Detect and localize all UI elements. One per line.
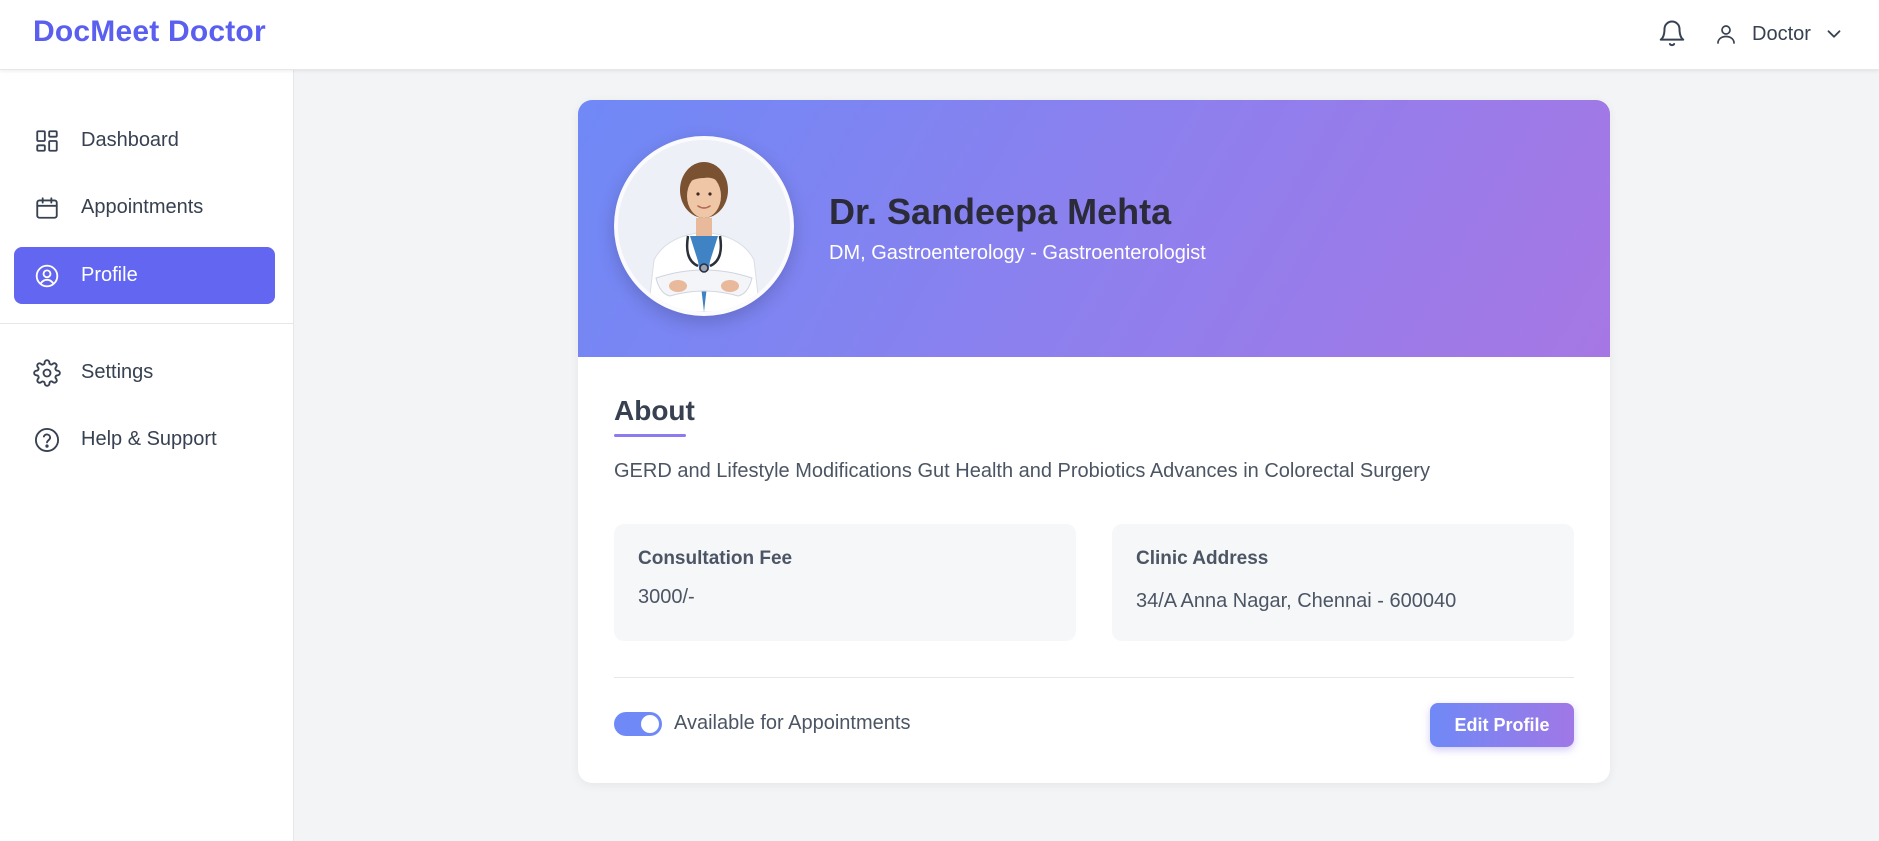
brand-logo[interactable]: DocMeet Doctor xyxy=(33,15,266,49)
toggle-knob xyxy=(641,715,659,733)
sidebar-item-settings[interactable]: Settings xyxy=(14,344,275,401)
sidebar-item-appointments[interactable]: Appointments xyxy=(14,179,275,236)
user-circle-icon xyxy=(33,262,61,290)
help-circle-icon xyxy=(33,426,61,454)
consultation-fee-value: 3000/- xyxy=(638,586,695,608)
profile-banner: Dr. Sandeepa Mehta DM, Gastroenterology … xyxy=(578,100,1610,357)
about-underline xyxy=(614,434,686,437)
sidebar-divider xyxy=(0,323,294,324)
consultation-fee-box: Consultation Fee 3000/- xyxy=(614,524,1076,641)
user-name: Doctor xyxy=(1752,22,1811,45)
sidebar-item-label: Appointments xyxy=(81,196,204,218)
consultation-fee-label: Consultation Fee xyxy=(638,548,793,569)
sidebar: Dashboard Appointments Profile Settings … xyxy=(0,70,294,841)
availability-toggle[interactable] xyxy=(614,712,662,736)
edit-profile-button[interactable]: Edit Profile xyxy=(1430,703,1574,747)
user-menu[interactable]: Doctor xyxy=(1714,18,1845,50)
sidebar-item-label: Dashboard xyxy=(81,129,179,151)
gear-icon xyxy=(33,358,61,387)
bell-icon xyxy=(1659,20,1685,47)
sidebar-item-profile[interactable]: Profile xyxy=(14,247,275,304)
notification-button[interactable] xyxy=(1657,18,1687,50)
profile-card: Dr. Sandeepa Mehta DM, Gastroenterology … xyxy=(578,100,1610,783)
availability-label: Available for Appointments xyxy=(674,712,911,734)
about-text: GERD and Lifestyle Modifications Gut Hea… xyxy=(614,460,1430,482)
clinic-address-label: Clinic Address xyxy=(1136,548,1269,569)
card-divider xyxy=(614,677,1574,678)
avatar xyxy=(614,136,794,316)
clinic-address-box: Clinic Address 34/A Anna Nagar, Chennai … xyxy=(1112,524,1574,641)
doctor-name: Dr. Sandeepa Mehta xyxy=(829,191,1172,232)
grid-icon xyxy=(33,127,61,155)
clinic-address-value: 34/A Anna Nagar, Chennai - 600040 xyxy=(1136,590,1457,612)
user-icon xyxy=(1717,25,1735,44)
doctor-avatar-image xyxy=(618,140,790,312)
sidebar-item-dashboard[interactable]: Dashboard xyxy=(14,112,275,169)
top-header: DocMeet Doctor Doctor xyxy=(0,0,1879,70)
calendar-icon xyxy=(33,194,61,222)
sidebar-item-label: Profile xyxy=(81,264,138,286)
sidebar-item-label: Settings xyxy=(81,361,154,383)
about-heading: About xyxy=(614,395,695,426)
doctor-specialization: DM, Gastroenterology - Gastroenterologis… xyxy=(829,242,1206,264)
chevron-down-icon xyxy=(1827,30,1841,38)
sidebar-item-help-support[interactable]: Help & Support xyxy=(14,411,275,468)
sidebar-item-label: Help & Support xyxy=(81,428,217,450)
